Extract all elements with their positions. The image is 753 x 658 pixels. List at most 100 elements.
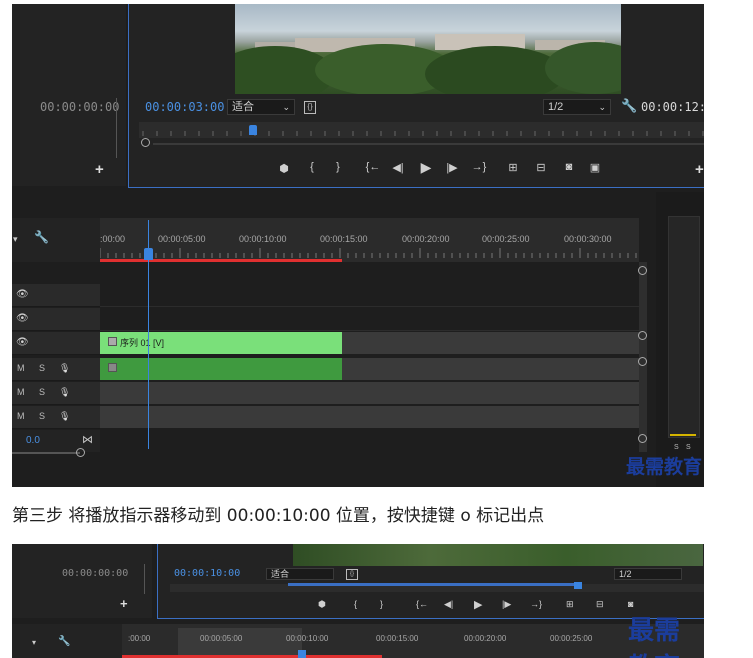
- audio-clip[interactable]: [100, 358, 342, 380]
- microphone-icon[interactable]: 🎙: [59, 363, 70, 374]
- master-track-header: 0.0 ⋈: [12, 430, 100, 452]
- add-marker-icon[interactable]: ⬢: [318, 599, 326, 610]
- program-timecode[interactable]: 00:00:10:00: [174, 568, 240, 579]
- scroll-handle[interactable]: [638, 357, 647, 366]
- video-clip[interactable]: 序列 01 [V]: [100, 332, 342, 354]
- go-to-in-icon[interactable]: {←: [365, 161, 381, 173]
- snap-icon[interactable]: ▾: [32, 638, 36, 647]
- program-timecode[interactable]: 00:00:03:00: [145, 100, 224, 114]
- go-to-out-icon[interactable]: →}: [530, 599, 542, 609]
- timeline-header-tools: ▾ 🔧: [12, 624, 122, 658]
- meter-solo-right[interactable]: S: [686, 444, 691, 451]
- playhead-marker[interactable]: [574, 582, 582, 589]
- track-a2[interactable]: [100, 382, 639, 404]
- playhead-handle[interactable]: [298, 650, 306, 658]
- divider: [144, 564, 145, 594]
- zoom-value[interactable]: 0.0: [26, 435, 40, 446]
- playhead-handle[interactable]: [144, 248, 153, 260]
- lift-icon[interactable]: ⊞: [566, 599, 574, 610]
- microphone-icon[interactable]: 🎙: [59, 411, 70, 422]
- step-caption: 第三步 将播放指示器移动到 00:00:10:00 位置，按快捷键 o 标记出点: [12, 506, 545, 526]
- premiere-screenshot-2: 00:00:00:00 + 00:00:10:00 适合 {} 1/2 ⬢ { …: [12, 544, 704, 658]
- program-mini-timeline[interactable]: [139, 122, 704, 138]
- comparison-view-icon[interactable]: ▣: [587, 161, 603, 174]
- playhead-marker[interactable]: [249, 125, 257, 135]
- mark-in-icon[interactable]: {: [354, 599, 357, 609]
- go-to-out-icon[interactable]: →}: [471, 161, 487, 173]
- source-timecode[interactable]: 00:00:00:00: [40, 100, 119, 114]
- go-to-in-icon[interactable]: {←: [416, 599, 428, 609]
- solo-button[interactable]: S: [39, 363, 45, 373]
- extract-icon[interactable]: ⊟: [533, 161, 549, 174]
- fit-icon[interactable]: ⋈: [82, 433, 93, 446]
- eye-icon[interactable]: 👁: [16, 289, 29, 300]
- in-out-range-bar[interactable]: [100, 259, 342, 262]
- tracks-area: 👁 👁 👁 序列 01 [V] M S 🎙 M S 🎙 M S 🎙 0.0 ⋈: [12, 264, 639, 464]
- track-a3[interactable]: [100, 406, 639, 428]
- zoom-select[interactable]: 适合: [266, 568, 334, 580]
- timeline-ruler[interactable]: :00:00 00:00:05:00 00:00:10:00 00:00:15:00 0…: [122, 624, 704, 658]
- zoom-select[interactable]: 适合 ⌄: [227, 99, 295, 115]
- camera-icon[interactable]: ◙: [561, 161, 577, 173]
- video-frame: [293, 544, 703, 566]
- eye-icon[interactable]: 👁: [16, 313, 29, 324]
- safe-margin-icon[interactable]: {}: [304, 101, 316, 114]
- play-icon[interactable]: ▶: [474, 598, 482, 611]
- scroll-handle[interactable]: [638, 266, 647, 275]
- horizontal-scrollbar[interactable]: [12, 452, 80, 454]
- wrench-icon[interactable]: 🔧: [58, 636, 70, 647]
- track-header-v2[interactable]: 👁: [12, 308, 100, 331]
- track-v2[interactable]: [100, 308, 639, 331]
- mark-out-icon[interactable]: }: [331, 161, 345, 173]
- chevron-down-icon: ⌄: [282, 102, 290, 112]
- eye-icon[interactable]: 👁: [16, 337, 29, 348]
- zoom-select-value: 适合: [271, 569, 290, 579]
- zoom-scrollbar[interactable]: [153, 143, 704, 145]
- step-forward-icon[interactable]: |▶: [502, 599, 511, 610]
- source-timecode[interactable]: 00:00:00:00: [62, 568, 128, 579]
- wrench-icon[interactable]: 🔧: [621, 98, 637, 114]
- add-marker-icon[interactable]: ⬢: [277, 162, 291, 175]
- microphone-icon[interactable]: 🎙: [59, 387, 70, 398]
- meter-level: [670, 434, 696, 436]
- step-forward-icon[interactable]: |▶: [445, 161, 459, 174]
- safe-margin-icon[interactable]: {}: [346, 569, 358, 580]
- wrench-icon[interactable]: 🔧: [34, 230, 49, 244]
- scroll-handle[interactable]: [638, 434, 647, 443]
- track-header-a3[interactable]: M S 🎙: [12, 406, 100, 429]
- program-monitor-panel: 00:00:03:00 适合 ⌄ {} 1/2 ⌄ 🔧 00:00:12:00 …: [128, 4, 704, 188]
- camera-icon[interactable]: ◙: [628, 599, 633, 609]
- step-back-icon[interactable]: ◀|: [444, 599, 453, 610]
- scroll-handle[interactable]: [141, 138, 150, 147]
- zoom-select-value: 适合: [232, 101, 254, 113]
- track-v3[interactable]: [100, 284, 639, 307]
- scroll-handle[interactable]: [638, 331, 647, 340]
- meter-solo-left[interactable]: S: [674, 444, 679, 451]
- solo-button[interactable]: S: [39, 387, 45, 397]
- step-back-icon[interactable]: ◀|: [391, 161, 405, 174]
- solo-button[interactable]: S: [39, 411, 45, 421]
- resolution-select[interactable]: 1/2: [614, 568, 682, 580]
- mute-button[interactable]: M: [17, 411, 25, 421]
- mark-out-icon[interactable]: }: [380, 599, 383, 609]
- add-button-icon[interactable]: +: [120, 596, 128, 611]
- resolution-select-value: 1/2: [619, 569, 632, 579]
- scroll-handle[interactable]: [76, 448, 85, 457]
- lift-icon[interactable]: ⊞: [505, 161, 521, 174]
- snap-icon[interactable]: ▾: [13, 234, 18, 245]
- mute-button[interactable]: M: [17, 363, 25, 373]
- add-button-icon[interactable]: +: [95, 161, 104, 178]
- resolution-select[interactable]: 1/2 ⌄: [543, 99, 611, 115]
- mark-in-icon[interactable]: {: [305, 161, 319, 173]
- premiere-screenshot-1: 00:00:00:00 + 00:00:03:00 适合 ⌄ {} 1/2 ⌄ …: [12, 4, 704, 487]
- ruler-ticks: [100, 248, 637, 258]
- track-header-a2[interactable]: M S 🎙: [12, 382, 100, 405]
- track-header-a1[interactable]: M S 🎙: [12, 358, 100, 381]
- extract-icon[interactable]: ⊟: [596, 599, 604, 610]
- play-icon[interactable]: ▶: [419, 159, 433, 176]
- add-button-icon[interactable]: +: [695, 161, 704, 178]
- mute-button[interactable]: M: [17, 387, 25, 397]
- timeline-ruler[interactable]: :00:00 00:00:05:00 00:00:10:00 00:00:15:00 0…: [100, 218, 639, 262]
- track-header-v3[interactable]: 👁: [12, 284, 100, 307]
- track-header-v1[interactable]: 👁: [12, 332, 100, 355]
